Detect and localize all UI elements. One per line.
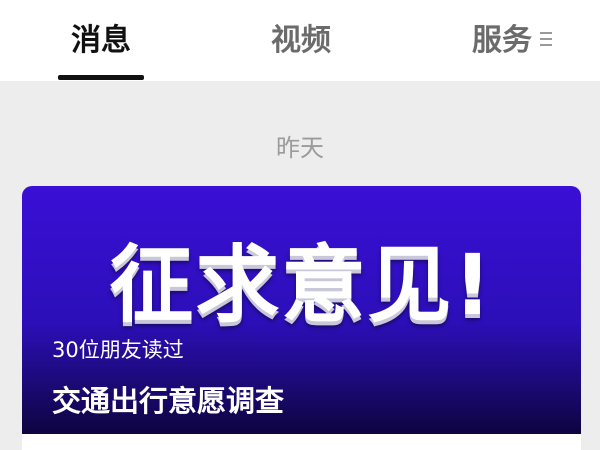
banner-headline: 征求意见!: [109, 236, 494, 334]
article-card[interactable]: 征求意见! 30位朋友读过 交通出行意愿调查: [22, 186, 581, 450]
read-count: 30位朋友读过: [52, 338, 184, 362]
tab-services[interactable]: 服务: [462, 16, 542, 66]
card-footer: [22, 434, 581, 450]
hamburger-icon[interactable]: [540, 32, 554, 48]
tab-bar: 消息 视频 服务: [0, 0, 600, 81]
article-banner: 征求意见! 30位朋友读过 交通出行意愿调查: [22, 186, 581, 434]
article-title: 交通出行意愿调查: [52, 384, 285, 418]
tab-messages[interactable]: 消息: [58, 16, 144, 66]
date-divider: 昨天: [276, 134, 324, 162]
active-tab-indicator: [58, 75, 144, 80]
tab-videos[interactable]: 视频: [256, 16, 346, 66]
